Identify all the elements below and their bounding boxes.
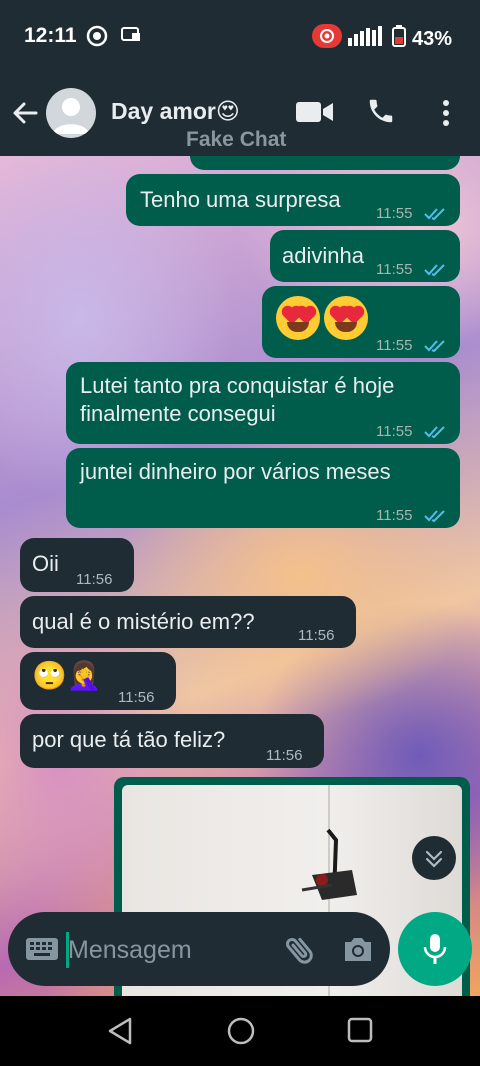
battery-percent: 43% (411, 27, 452, 50)
message-incoming[interactable]: por que tá tão feliz? 11:56 (20, 714, 324, 768)
message-time: 11:55 (376, 261, 413, 278)
voice-call-icon[interactable] (366, 96, 396, 131)
mic-icon (423, 934, 447, 964)
message-outgoing[interactable]: 11:55 (262, 286, 460, 358)
read-ticks-icon (424, 256, 446, 284)
battery-icon (391, 25, 406, 53)
message-composer: Mensagem (8, 912, 390, 986)
video-call-icon[interactable] (296, 100, 334, 129)
message-text: juntei dinheiro por vários meses (80, 459, 391, 484)
scroll-to-bottom-button[interactable] (412, 836, 456, 880)
message-time: 11:55 (376, 205, 413, 222)
message-text: Tenho uma surpresa (140, 187, 341, 212)
contact-name[interactable]: Day amor😍 (111, 98, 240, 125)
mic-button[interactable] (398, 912, 472, 986)
message-text: adivinha (282, 243, 364, 268)
double-chevron-down-icon (425, 850, 443, 868)
message-emoji (276, 296, 368, 340)
heart-eyes-emoji-icon (324, 296, 368, 340)
message-outgoing[interactable]: Lutei tanto pra conquistar é hoje finalm… (66, 362, 460, 444)
heart-eyes-emoji-icon (276, 296, 320, 340)
message-bubble-partial (190, 156, 460, 170)
message-incoming[interactable]: 🙄🤦‍♀️ 11:56 (20, 652, 176, 710)
message-time: 11:55 (376, 507, 413, 524)
nav-back-icon[interactable] (106, 1016, 134, 1051)
message-input[interactable]: Mensagem (68, 936, 192, 965)
status-time: 12:11 (24, 24, 77, 47)
message-text: Oii (32, 551, 59, 576)
system-nav-bar (0, 996, 480, 1066)
message-text: qual é o mistério em?? (32, 609, 255, 634)
attach-icon[interactable] (282, 932, 318, 973)
nav-home-icon[interactable] (226, 1016, 256, 1051)
message-text: por que tá tão feliz? (32, 727, 226, 752)
message-time: 11:56 (76, 571, 113, 588)
recording-icon (311, 24, 342, 54)
keyboard-icon[interactable] (26, 938, 58, 965)
screen-cast-icon (120, 25, 142, 50)
message-emoji: 🙄🤦‍♀️ (32, 660, 102, 691)
signal-icon (347, 26, 386, 52)
read-ticks-icon (424, 200, 446, 228)
read-ticks-icon (424, 418, 446, 446)
message-incoming[interactable]: Oii 11:56 (20, 538, 134, 592)
watermark: Fake Chat (186, 128, 287, 151)
read-ticks-icon (424, 502, 446, 530)
avatar-icon (53, 98, 89, 134)
status-bar: 12:11 43% (0, 0, 480, 72)
message-text-line: Lutei tanto pra conquistar é hoje (80, 373, 395, 398)
nav-recents-icon[interactable] (346, 1016, 374, 1049)
message-outgoing[interactable]: juntei dinheiro por vários meses 11:55 (66, 448, 460, 528)
message-text-line: finalmente consegui (80, 401, 276, 426)
message-time: 11:56 (266, 747, 303, 764)
message-incoming[interactable]: qual é o mistério em?? 11:56 (20, 596, 356, 648)
back-arrow-icon[interactable] (10, 98, 40, 133)
message-time: 11:55 (376, 423, 413, 440)
message-time: 11:56 (118, 689, 155, 706)
message-time: 11:56 (298, 627, 335, 644)
message-outgoing[interactable]: Tenho uma surpresa 11:55 (126, 174, 460, 226)
more-options-icon[interactable] (440, 98, 452, 133)
read-ticks-icon (424, 332, 446, 360)
record-icon (86, 25, 108, 52)
camera-icon[interactable] (342, 934, 374, 969)
avatar[interactable] (46, 88, 96, 138)
message-time: 11:55 (376, 337, 413, 354)
chat-area[interactable]: Tenho uma surpresa 11:55 adivinha 11:55 … (0, 156, 480, 996)
message-outgoing[interactable]: adivinha 11:55 (270, 230, 460, 282)
